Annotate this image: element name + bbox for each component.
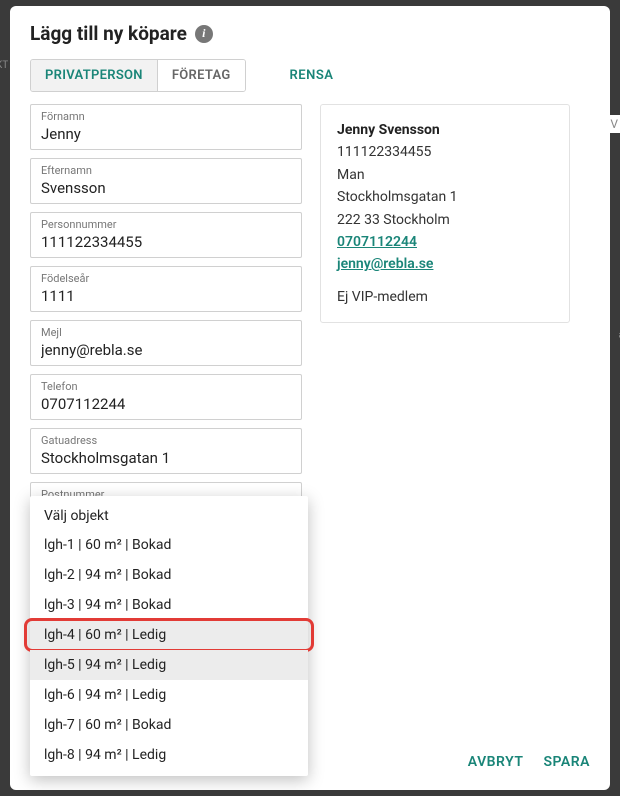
tabs-row: PRIVATPERSON FÖRETAG RENSA	[30, 59, 590, 92]
field-label: Personnummer	[41, 218, 291, 231]
dropdown-item-lgh5[interactable]: lgh-5 | 94 m² | Ledig	[30, 650, 308, 680]
tab-privatperson[interactable]: PRIVATPERSON	[31, 60, 157, 91]
lastname-input[interactable]	[41, 179, 291, 197]
save-button[interactable]: SPARA	[543, 754, 590, 770]
bg-fragment: V	[608, 115, 620, 133]
field-label: Förnamn	[41, 110, 291, 123]
field-label: Mejl	[41, 326, 291, 339]
dropdown-item-lgh8[interactable]: lgh-8 | 94 m² | Ledig	[30, 740, 308, 770]
modal-header: Lägg till ny köpare i	[30, 22, 590, 45]
dropdown-item-lgh1[interactable]: lgh-1 | 60 m² | Bokad	[30, 530, 308, 560]
birthyear-input[interactable]	[41, 287, 291, 305]
dropdown-item-lgh6[interactable]: lgh-6 | 94 m² | Ledig	[30, 680, 308, 710]
street-field[interactable]: Gatuadress	[30, 428, 302, 474]
firstname-input[interactable]	[41, 125, 291, 143]
modal-title: Lägg till ny köpare	[30, 22, 187, 45]
modal-footer: AVBRYT SPARA	[468, 754, 590, 770]
buyer-type-tabs: PRIVATPERSON FÖRETAG	[30, 59, 246, 92]
firstname-field[interactable]: Förnamn	[30, 104, 302, 150]
dropdown-item-lgh2[interactable]: lgh-2 | 94 m² | Bokad	[30, 560, 308, 590]
dropdown-item-lgh4[interactable]: lgh-4 | 60 m² | Ledig	[30, 620, 308, 650]
field-label: Telefon	[41, 380, 291, 393]
summary-address: Stockholmsgatan 1	[337, 186, 553, 208]
dropdown-item-lgh3[interactable]: lgh-3 | 94 m² | Bokad	[30, 590, 308, 620]
form-column: Förnamn Efternamn Personnummer Födelseår…	[30, 104, 302, 528]
summary-phone-link[interactable]: 0707112244	[337, 231, 553, 253]
field-label: Efternamn	[41, 164, 291, 177]
personnummer-field[interactable]: Personnummer	[30, 212, 302, 258]
birthyear-field[interactable]: Födelseår	[30, 266, 302, 312]
cancel-button[interactable]: AVBRYT	[468, 754, 524, 770]
summary-pnr: 111122334455	[337, 141, 553, 163]
dropdown-header: Välj objekt	[30, 502, 308, 530]
info-icon[interactable]: i	[195, 25, 213, 43]
clear-button[interactable]: RENSA	[290, 68, 334, 83]
summary-email-link[interactable]: jenny@rebla.se	[337, 253, 553, 275]
email-input[interactable]	[41, 341, 291, 359]
buyer-summary-card: Jenny Svensson 111122334455 Man Stockhol…	[320, 104, 570, 323]
summary-vip: Ej VIP-medlem	[337, 286, 553, 308]
field-label: Gatuadress	[41, 434, 291, 447]
summary-postal: 222 33 Stockholm	[337, 209, 553, 231]
tab-foretag[interactable]: FÖRETAG	[157, 60, 245, 91]
street-input[interactable]	[41, 449, 291, 467]
phone-input[interactable]	[41, 395, 291, 413]
object-dropdown: Välj objekt lgh-1 | 60 m² | Bokad lgh-2 …	[30, 496, 308, 776]
summary-name: Jenny Svensson	[337, 119, 553, 141]
dropdown-item-label: lgh-4 | 60 m² | Ledig	[44, 627, 166, 643]
field-label: Födelseår	[41, 272, 291, 285]
dropdown-item-lgh7[interactable]: lgh-7 | 60 m² | Bokad	[30, 710, 308, 740]
lastname-field[interactable]: Efternamn	[30, 158, 302, 204]
summary-gender: Man	[337, 164, 553, 186]
add-buyer-modal: Lägg till ny köpare i PRIVATPERSON FÖRET…	[10, 6, 610, 790]
email-field[interactable]: Mejl	[30, 320, 302, 366]
personnummer-input[interactable]	[41, 233, 291, 251]
modal-content: Förnamn Efternamn Personnummer Födelseår…	[30, 104, 590, 528]
phone-field[interactable]: Telefon	[30, 374, 302, 420]
bg-fragment: KT	[0, 60, 8, 71]
